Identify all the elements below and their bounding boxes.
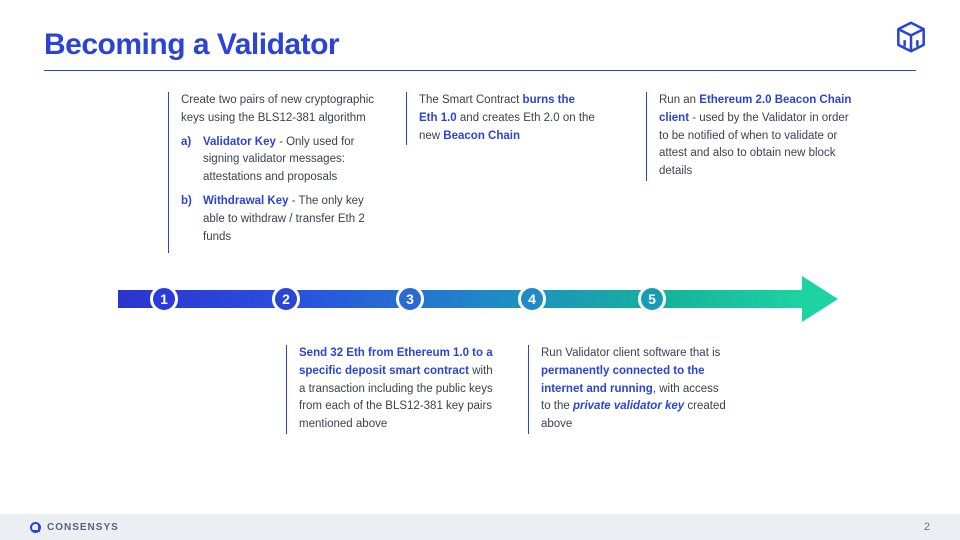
letter-a: a) [181, 134, 191, 152]
step-2-bold: Send 32 Eth from Ethereum 1.0 to a speci… [299, 347, 493, 377]
step-5-text: Run an Ethereum 2.0 Beacon Chain client … [646, 92, 856, 181]
step-4-lead: Run Validator client software that is [541, 347, 720, 359]
step-4-text: Run Validator client software that is pe… [528, 345, 728, 434]
step-1-keylist: a) Validator Key - Only used for signing… [181, 134, 378, 247]
timeline-node-2: 2 [272, 285, 300, 313]
step-1-intro: Create two pairs of new cryptographic ke… [181, 94, 374, 124]
footer-bar: CONSENSYS 2 [0, 514, 960, 540]
page-number: 2 [924, 521, 930, 533]
timeline-bar [118, 290, 802, 308]
step-5-lead: Run an [659, 94, 699, 106]
step-1-text: Create two pairs of new cryptographic ke… [168, 92, 378, 253]
consensys-logo-icon [30, 522, 41, 533]
timeline-node-1: 1 [150, 285, 178, 313]
footer-brand-text: CONSENSYS [47, 522, 119, 533]
step-1-key-b: b) Withdrawal Key - The only key able to… [199, 193, 378, 246]
step-2-text: Send 32 Eth from Ethereum 1.0 to a speci… [286, 345, 496, 434]
timeline-node-3: 3 [396, 285, 424, 313]
arrow-right-icon [802, 276, 838, 322]
process-timeline: 1 2 3 4 5 [118, 284, 838, 314]
timeline-node-5: 5 [638, 285, 666, 313]
timeline-node-4: 4 [518, 285, 546, 313]
letter-b: b) [181, 193, 192, 211]
page-title: Becoming a Validator [44, 28, 916, 62]
title-divider [44, 70, 916, 71]
withdrawal-key-label: Withdrawal Key [203, 195, 289, 207]
step-3-text: The Smart Contract burns the Eth 1.0 and… [406, 92, 596, 145]
step-3-bold2: Beacon Chain [443, 130, 520, 142]
footer-brand: CONSENSYS [30, 522, 119, 533]
step-3-lead: The Smart Contract [419, 94, 523, 106]
header: Becoming a Validator [44, 28, 916, 71]
step-1-key-a: a) Validator Key - Only used for signing… [199, 134, 378, 187]
validator-key-label: Validator Key [203, 136, 276, 148]
brand-logo-icon [892, 18, 930, 56]
step-4-bold2: private validator key [573, 400, 684, 412]
